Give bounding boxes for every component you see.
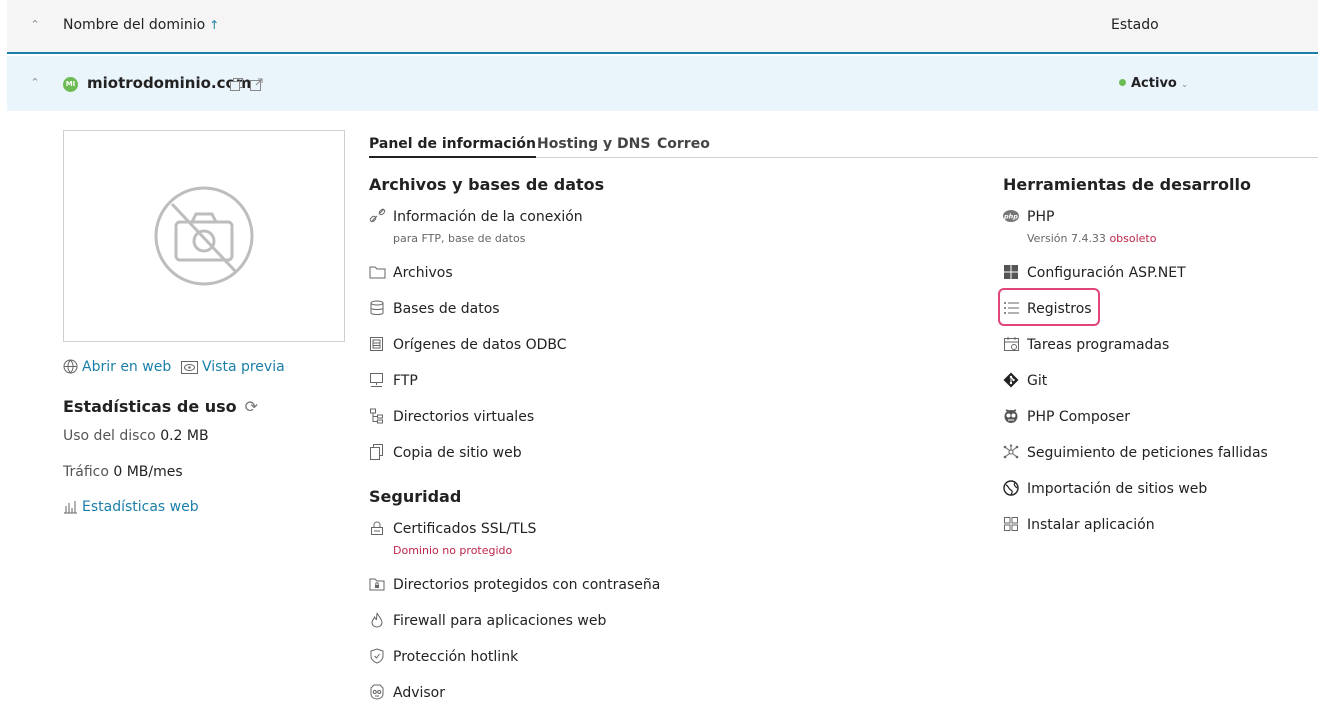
tab-hosting-dns[interactable]: Hosting y DNS	[537, 136, 650, 152]
folder-icon	[369, 266, 386, 279]
connection-info-subtitle: para FTP, base de datos	[393, 232, 526, 245]
databases-item[interactable]: Bases de datos	[369, 300, 500, 317]
svg-text:php: php	[1003, 213, 1018, 221]
php-item[interactable]: php PHP	[1003, 208, 1054, 225]
status-badge[interactable]: Activo ⌄	[1119, 76, 1188, 91]
domain-list-header: ⌃ Nombre del dominio ↑ Estado	[7, 0, 1318, 54]
protected-folder-icon	[369, 578, 385, 591]
column-domain-name[interactable]: Nombre del dominio ↑	[63, 17, 219, 33]
chevron-down-icon: ⌄	[1180, 80, 1189, 90]
column-status[interactable]: Estado	[1111, 17, 1159, 33]
ssl-status-warning: Dominio no protegido	[393, 544, 513, 557]
arrow-up-icon: ↑	[209, 18, 220, 32]
lock-icon	[371, 521, 383, 535]
virtual-directories-item[interactable]: Directorios virtuales	[369, 408, 534, 425]
calendar-icon	[1004, 337, 1019, 351]
link-icon	[369, 208, 386, 223]
bar-chart-icon	[64, 501, 77, 514]
php-outdated-label: obsoleto	[1109, 232, 1157, 245]
avatar: MI	[63, 77, 78, 92]
traffic-usage: Tráfico 0 MB/mes	[63, 464, 183, 480]
php-version: Versión 7.4.33 obsoleto	[1027, 232, 1157, 245]
sitemap-icon	[370, 408, 383, 424]
aspnet-settings-item[interactable]: Configuración ASP.NET	[1003, 264, 1186, 281]
domain-row: ⌃ MI miotrodominio.com Activo ⌄	[7, 56, 1318, 111]
connection-info-item[interactable]: Información de la conexión	[369, 208, 583, 225]
install-application-item[interactable]: Instalar aplicación	[1003, 516, 1155, 533]
hotlink-protection-item[interactable]: Protección hotlink	[369, 648, 518, 665]
scheduled-tasks-item[interactable]: Tareas programadas	[1003, 336, 1169, 353]
list-icon	[1004, 302, 1019, 314]
open-external-icon[interactable]	[250, 78, 263, 91]
fire-icon	[371, 612, 383, 628]
domain-name[interactable]: miotrodominio.com	[87, 74, 251, 92]
advisor-icon	[370, 684, 384, 700]
shield-icon	[370, 648, 384, 664]
tab-bar: Panel de información Hosting y DNS Corre…	[369, 130, 1318, 158]
failed-request-tracing-item[interactable]: Seguimiento de peticiones fallidas	[1003, 444, 1268, 461]
advisor-item[interactable]: Advisor	[369, 684, 445, 701]
ssl-certificates-item[interactable]: Certificados SSL/TLS	[369, 520, 536, 537]
files-item[interactable]: Archivos	[369, 264, 453, 281]
open-in-web-link[interactable]: Abrir en web	[63, 359, 171, 375]
security-section-title: Seguridad	[369, 487, 462, 506]
ftp-icon	[370, 373, 383, 387]
tab-mail[interactable]: Correo	[657, 136, 710, 152]
windows-icon	[1004, 265, 1018, 279]
protected-directories-item[interactable]: Directorios protegidos con contraseña	[369, 576, 660, 593]
logs-item[interactable]: Registros	[1003, 300, 1092, 317]
web-stats-link[interactable]: Estadísticas web	[63, 499, 199, 515]
database-icon	[370, 300, 384, 315]
odbc-icon	[370, 337, 383, 351]
site-preview	[63, 130, 345, 342]
preview-link[interactable]: Vista previa	[181, 359, 285, 375]
refresh-icon[interactable]: ⟳	[245, 397, 258, 416]
copy-icon	[370, 444, 383, 460]
globe-icon	[63, 359, 78, 374]
web-app-firewall-item[interactable]: Firewall para aplicaciones web	[369, 612, 606, 629]
tab-dashboard[interactable]: Panel de información	[369, 136, 536, 158]
status-dot	[1119, 79, 1126, 86]
chevron-up-icon[interactable]: ⌃	[27, 75, 43, 91]
collapse-all-icon[interactable]: ⌃	[27, 17, 43, 33]
disk-usage: Uso del disco 0.2 MB	[63, 428, 209, 444]
composer-icon	[1004, 409, 1018, 423]
globe-import-icon	[1003, 480, 1019, 496]
eye-icon	[181, 361, 198, 374]
git-icon	[1003, 372, 1019, 388]
php-composer-item[interactable]: PHP Composer	[1003, 408, 1130, 425]
no-screenshot-icon	[154, 186, 254, 286]
files-section-title: Archivos y bases de datos	[369, 175, 605, 194]
apps-icon	[1004, 517, 1018, 531]
website-import-item[interactable]: Importación de sitios web	[1003, 480, 1207, 497]
usage-stats-title: Estadísticas de uso ⟳	[63, 397, 259, 416]
website-copy-item[interactable]: Copia de sitio web	[369, 444, 522, 461]
odbc-item[interactable]: Orígenes de datos ODBC	[369, 336, 567, 353]
copy-icon[interactable]	[230, 78, 243, 91]
git-item[interactable]: Git	[1003, 372, 1047, 389]
network-icon	[1003, 444, 1019, 459]
dev-tools-section-title: Herramientas de desarrollo	[1003, 175, 1251, 194]
ftp-item[interactable]: FTP	[369, 372, 418, 389]
php-icon: php	[1003, 210, 1019, 222]
